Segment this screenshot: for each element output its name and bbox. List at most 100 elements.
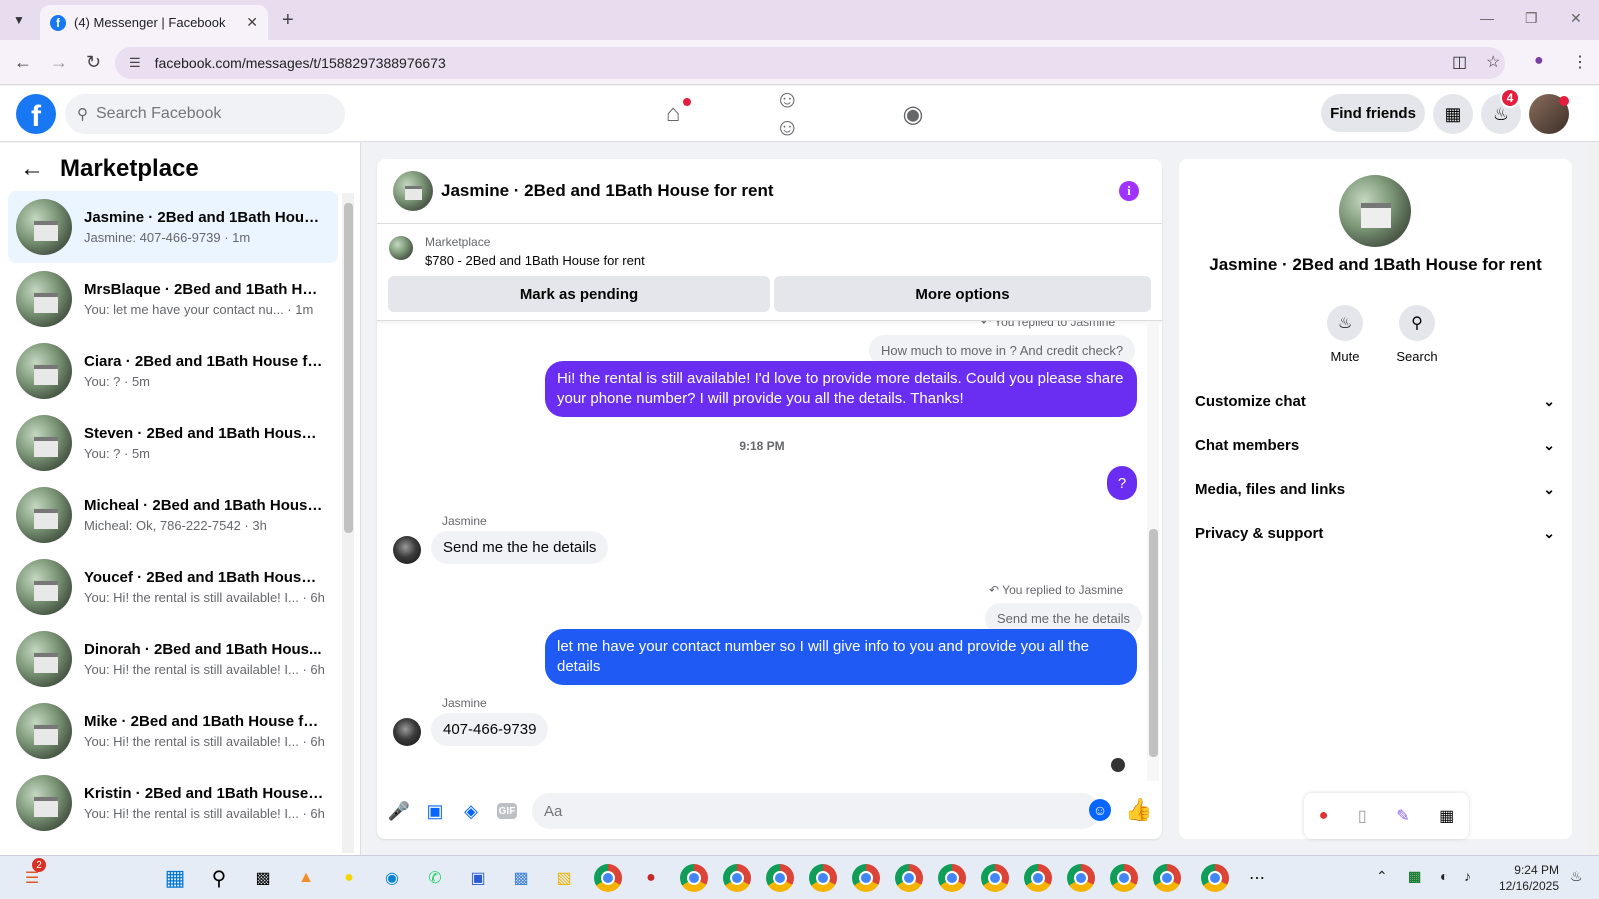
thumbs-up-icon[interactable]: 👍 [1125, 797, 1152, 823]
media-files-links-section[interactable]: Media, files and links ⌄ [1195, 469, 1555, 509]
bell-icon[interactable]: ♨ [1327, 305, 1363, 341]
incoming-message[interactable]: Send me the he details [431, 531, 609, 564]
conversation-item[interactable]: Kristin · 2Bed and 1Bath House f... You:… [8, 767, 338, 839]
vlc-icon[interactable]: ▲ [292, 864, 320, 892]
notification-center-bell-icon[interactable]: ♨ [1570, 868, 1583, 885]
pen-icon[interactable]: ✎ [1396, 806, 1409, 826]
browser-tab[interactable]: f (4) Messenger | Facebook ✕ [40, 5, 268, 40]
conversation-item[interactable]: Mike · 2Bed and 1Bath House fo... You: H… [8, 695, 338, 767]
forward-icon[interactable]: → [50, 52, 68, 73]
chrome-icon[interactable] [1024, 864, 1052, 892]
conversation-item[interactable]: Ciara · 2Bed and 1Bath House fo... You: … [8, 335, 338, 407]
browser-menu-icon[interactable]: ⋮ [1572, 52, 1588, 72]
tab-close-icon[interactable]: ✕ [246, 14, 258, 31]
conversation-item[interactable]: Jasmine · 2Bed and 1Bath House... Jasmin… [8, 191, 338, 263]
page-scrollbar[interactable] [1588, 143, 1599, 855]
more-apps-icon[interactable]: ⋯ [1243, 864, 1271, 892]
sender-avatar[interactable] [393, 718, 421, 746]
browser-profile-icon[interactable]: ● [1534, 52, 1544, 70]
install-app-icon[interactable]: ◫ [1452, 52, 1467, 72]
privacy-support-section[interactable]: Privacy & support ⌄ [1195, 513, 1555, 553]
volume-icon[interactable]: ♪ [1464, 868, 1471, 884]
find-friends-button[interactable]: Find friends [1321, 94, 1425, 132]
color-wheel-icon[interactable]: ● [1319, 807, 1329, 825]
reload-icon[interactable]: ↻ [86, 52, 101, 73]
store-icon[interactable]: ▣ [464, 864, 492, 892]
chrome-icon[interactable] [852, 864, 880, 892]
outgoing-message[interactable]: ? [1107, 466, 1137, 500]
scrollbar-thumb[interactable] [1149, 529, 1158, 757]
chrome-icon[interactable] [1201, 864, 1229, 892]
minimize-icon[interactable]: — [1480, 10, 1494, 26]
chrome-icon[interactable] [981, 864, 1009, 892]
restore-icon[interactable]: ❐ [1525, 10, 1538, 27]
conversation-item[interactable]: Youcef · 2Bed and 1Bath House ... You: H… [8, 551, 338, 623]
chrome-icon[interactable] [594, 864, 622, 892]
chat-listing-thumbnail[interactable] [393, 171, 433, 211]
whatsapp-icon[interactable]: ✆ [421, 864, 449, 892]
task-view-icon[interactable]: ▩ [249, 864, 277, 892]
chrome-icon[interactable] [1110, 864, 1138, 892]
app-icon[interactable]: ● [637, 864, 665, 892]
mute-action[interactable]: ♨ Mute [1315, 305, 1375, 364]
chat-title[interactable]: Jasmine · 2Bed and 1Bath House for rent [441, 181, 774, 201]
listing-price-title[interactable]: $780 - 2Bed and 1Bath House for rent [425, 253, 645, 268]
window-close-icon[interactable]: ✕ [1570, 10, 1582, 27]
chrome-icon[interactable] [895, 864, 923, 892]
spreadsheet-tray-icon[interactable]: ▦ [1408, 868, 1421, 885]
facebook-logo-icon[interactable]: f [16, 94, 56, 134]
photo-attach-icon[interactable]: ▣ [423, 799, 447, 823]
incoming-message[interactable]: 407-466-9739 [431, 713, 549, 746]
back-icon[interactable]: ← [14, 52, 32, 73]
taskbar-search-icon[interactable]: ⚲ [205, 864, 233, 892]
groups-icon[interactable]: ◉ [895, 98, 931, 130]
menu-grid-icon[interactable]: ▦ [1433, 94, 1473, 134]
chrome-icon[interactable] [1067, 864, 1095, 892]
emoji-icon[interactable]: ☺ [1089, 799, 1111, 821]
chrome-icon[interactable] [938, 864, 966, 892]
microphone-icon[interactable]: 🎤 [387, 799, 411, 823]
outgoing-message[interactable]: Hi! the rental is still available! I'd l… [545, 361, 1137, 417]
sticker-icon[interactable]: ◈ [459, 799, 483, 823]
chrome-icon[interactable] [680, 864, 708, 892]
back-arrow-icon[interactable]: ← [20, 155, 44, 183]
show-hidden-icons-chevron-icon[interactable]: ⌃ [1376, 868, 1388, 885]
conversation-item[interactable]: MrsBlaque · 2Bed and 1Bath Ho... You: le… [8, 263, 338, 335]
wifi-icon[interactable]: ◐ [1440, 868, 1448, 884]
chrome-icon[interactable] [809, 864, 837, 892]
gif-icon[interactable]: GIF [495, 799, 519, 823]
system-clock[interactable]: 9:24 PM 12/16/2025 [1495, 862, 1559, 894]
facebook-search[interactable]: ⚲ [65, 94, 345, 134]
message-input-wrapper[interactable] [532, 793, 1100, 829]
more-options-button[interactable]: More options [774, 276, 1151, 312]
new-tab-icon[interactable]: + [282, 9, 294, 32]
conversation-item[interactable]: Micheal · 2Bed and 1Bath House... Michea… [8, 479, 338, 551]
site-settings-icon[interactable]: ☰ [129, 55, 141, 71]
message-input[interactable] [544, 802, 1044, 820]
search-action[interactable]: ⚲ Search [1387, 305, 1447, 364]
chrome-icon[interactable] [766, 864, 794, 892]
chat-members-section[interactable]: Chat members ⌄ [1195, 425, 1555, 465]
outgoing-message[interactable]: let me have your contact number so I wil… [545, 629, 1137, 685]
address-bar[interactable]: ☰ facebook.com/messages/t/15882973889766… [115, 47, 1505, 79]
edge-icon[interactable]: ◉ [378, 864, 406, 892]
bookmark-star-icon[interactable]: ☆ [1486, 52, 1500, 72]
chat-scrollbar[interactable] [1147, 321, 1159, 781]
mark-as-pending-button[interactable]: Mark as pending [388, 276, 770, 312]
sender-avatar[interactable] [393, 536, 421, 564]
conversation-item[interactable]: Steven · 2Bed and 1Bath House ... You: ?… [8, 407, 338, 479]
friends-icon[interactable]: ☺☺ [775, 86, 811, 141]
tab-search-chevron-icon[interactable]: ▼ [8, 9, 30, 31]
chrome-icon[interactable] [723, 864, 751, 892]
windows-start-icon[interactable]: ▦ [161, 864, 189, 892]
conversation-list-scrollbar[interactable] [342, 193, 354, 853]
chrome-icon[interactable] [1153, 864, 1181, 892]
facebook-search-input[interactable] [96, 105, 316, 123]
customize-chat-section[interactable]: Customize chat ⌄ [1195, 381, 1555, 421]
conversation-item[interactable]: Dinorah · 2Bed and 1Bath Hous... You: Hi… [8, 623, 338, 695]
clipboard-icon[interactable]: ▯ [1358, 806, 1367, 826]
remote-desktop-icon[interactable]: ▩ [507, 864, 535, 892]
conversation-info-icon[interactable]: i [1119, 181, 1139, 201]
file-explorer-icon[interactable]: ▧ [550, 864, 578, 892]
scrollbar-thumb[interactable] [344, 203, 353, 533]
